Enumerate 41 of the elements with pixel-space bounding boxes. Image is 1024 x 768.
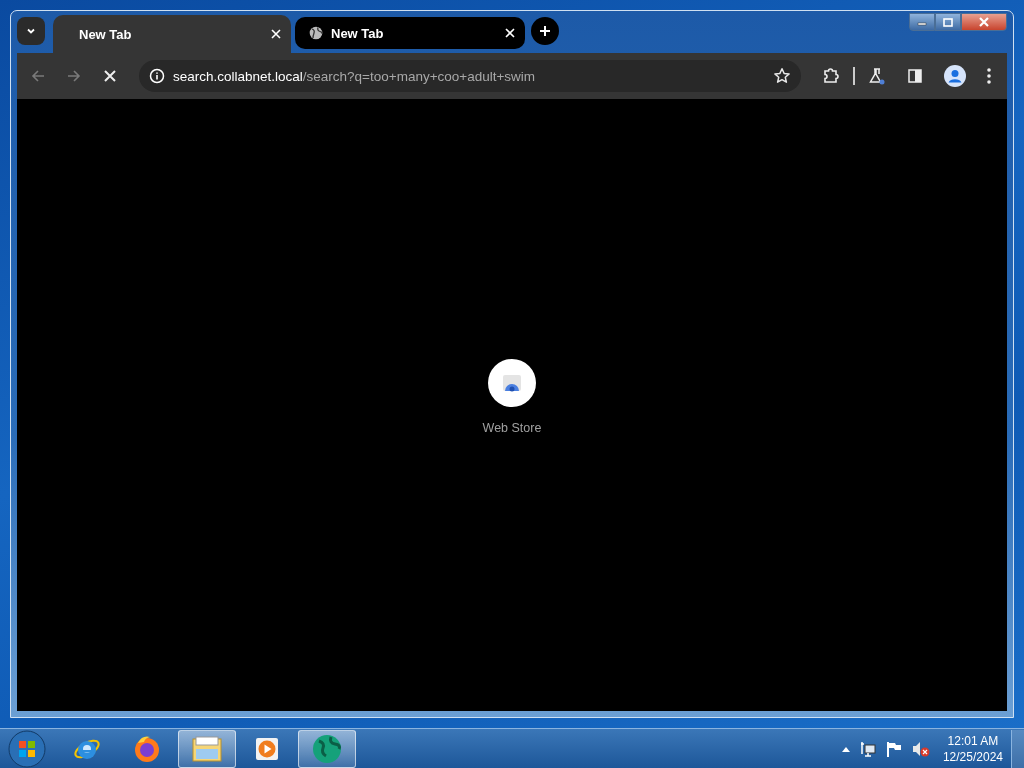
more-menu-icon[interactable] bbox=[986, 67, 992, 85]
show-hidden-icons-arrow[interactable] bbox=[841, 745, 850, 752]
browser-tab[interactable]: New Tab bbox=[295, 17, 525, 49]
stop-icon bbox=[103, 69, 117, 83]
folder-icon bbox=[191, 734, 223, 763]
close-tab-icon[interactable] bbox=[271, 29, 281, 39]
start-button[interactable] bbox=[8, 729, 46, 768]
browser-tab[interactable]: New Tab bbox=[53, 15, 291, 53]
maximize-icon bbox=[943, 17, 953, 27]
globe-icon bbox=[311, 732, 343, 765]
globe-icon bbox=[309, 26, 323, 40]
taskbar-button[interactable] bbox=[298, 729, 356, 768]
bookmark-star-icon[interactable] bbox=[773, 67, 791, 85]
tab-title: New Tab bbox=[331, 25, 385, 41]
new-tab-button[interactable] bbox=[531, 17, 559, 45]
close-button[interactable] bbox=[961, 13, 1007, 31]
network-icon[interactable] bbox=[859, 740, 876, 757]
tab-title: New Tab bbox=[79, 26, 133, 42]
web-store-icon bbox=[502, 374, 522, 392]
forward-arrow-icon bbox=[66, 68, 82, 84]
minimize-button[interactable] bbox=[909, 13, 935, 31]
muted-speaker-icon[interactable] bbox=[911, 740, 930, 757]
shortcut-label: Web Store bbox=[482, 421, 542, 435]
address-bar[interactable]: search.collabnet.local/search?q=too+many+coo+adult+swim bbox=[139, 60, 801, 92]
plus-icon bbox=[539, 25, 551, 37]
maximize-button[interactable] bbox=[935, 13, 961, 31]
side-panel-icon[interactable] bbox=[906, 67, 924, 85]
tab-search-button[interactable] bbox=[17, 17, 45, 45]
puzzle-piece-icon[interactable] bbox=[822, 67, 840, 85]
close-tab-icon[interactable] bbox=[505, 28, 515, 38]
close-icon bbox=[978, 17, 990, 27]
clock-time[interactable]: 12:01 AM bbox=[947, 732, 999, 749]
clock-date[interactable]: 12/25/2024 bbox=[942, 748, 1003, 765]
info-icon[interactable] bbox=[149, 68, 165, 84]
profile-avatar-icon[interactable] bbox=[944, 65, 966, 87]
back-arrow-icon bbox=[30, 68, 46, 84]
flask-icon[interactable] bbox=[868, 67, 886, 85]
flag-icon[interactable] bbox=[885, 740, 902, 757]
shortcut-tile[interactable] bbox=[488, 359, 536, 407]
media-player-icon bbox=[254, 735, 280, 762]
taskbar-button[interactable] bbox=[178, 729, 236, 768]
